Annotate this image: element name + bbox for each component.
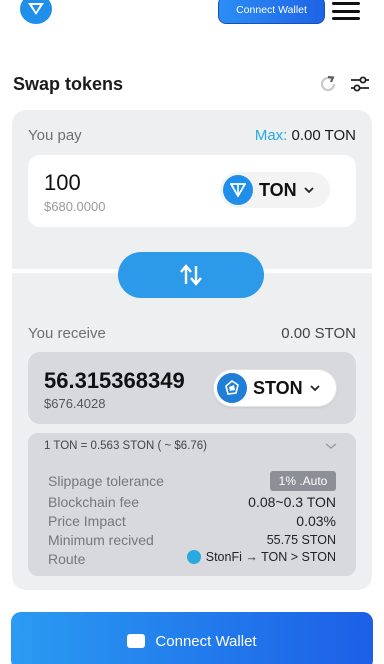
connect-wallet-label: Connect Wallet bbox=[155, 632, 257, 650]
header-connect-wallet-button[interactable]: Connect Wallet bbox=[218, 0, 325, 24]
minimum-received-value: 55.75 STON bbox=[266, 533, 336, 547]
minimum-received-label: Minimum recived bbox=[48, 532, 154, 548]
refresh-icon[interactable] bbox=[318, 74, 338, 94]
swap-arrows-icon bbox=[180, 264, 202, 286]
max-label[interactable]: Max: bbox=[255, 127, 288, 144]
fee-label: Blockchain fee bbox=[48, 494, 140, 510]
you-receive-label: You receive bbox=[28, 325, 106, 342]
receive-balance: 0.00 STON bbox=[281, 325, 356, 342]
exchange-rate: 1 TON = 0.563 STON ( ~ $6.76) bbox=[44, 440, 208, 452]
chevron-down-icon bbox=[310, 385, 320, 392]
receive-token-name: STON bbox=[253, 377, 303, 398]
ton-token-icon bbox=[223, 175, 253, 205]
receive-usd-value: $676.4028 bbox=[44, 396, 106, 411]
route-text: StonFi → TON > STON bbox=[205, 550, 336, 564]
chevron-down-icon[interactable] bbox=[325, 441, 337, 451]
slippage-label: Slippage tolerance bbox=[48, 473, 164, 489]
impact-label: Price Impact bbox=[48, 513, 126, 529]
route-label: Route bbox=[48, 551, 86, 567]
pay-usd-value: $680.0000 bbox=[44, 199, 106, 214]
stonfi-icon bbox=[186, 550, 201, 564]
chevron-down-icon bbox=[304, 187, 314, 194]
hamburger-menu-icon[interactable] bbox=[332, 0, 360, 22]
wallet-icon bbox=[127, 634, 146, 648]
impact-value: 0.03% bbox=[296, 513, 336, 529]
swap-direction-button[interactable] bbox=[118, 252, 264, 298]
receive-token-selector[interactable]: STON bbox=[214, 370, 336, 406]
max-balance[interactable]: Max: 0.00 TON bbox=[255, 127, 356, 144]
pay-amount-input[interactable]: 100 bbox=[44, 170, 81, 196]
sliders-settings-icon[interactable] bbox=[350, 75, 370, 93]
page-title: Swap tokens bbox=[13, 74, 124, 94]
ston-token-icon bbox=[217, 373, 247, 403]
fee-value: 0.08~0.3 TON bbox=[248, 494, 336, 510]
pay-token-selector[interactable]: TON bbox=[220, 172, 330, 208]
receive-amount: 56.315368349 bbox=[44, 368, 185, 393]
you-pay-label: You pay bbox=[28, 127, 82, 144]
swap-page: Connect Wallet Swap tokens You pay Max: … bbox=[0, 0, 384, 664]
connect-wallet-button[interactable]: Connect Wallet bbox=[11, 612, 373, 664]
route-value: StonFi → TON > STON bbox=[186, 550, 336, 564]
max-value: 0.00 TON bbox=[291, 127, 356, 144]
pay-token-name: TON bbox=[259, 179, 297, 200]
slippage-badge[interactable]: 1% .Auto bbox=[270, 471, 336, 491]
app-logo-icon[interactable] bbox=[20, 0, 52, 24]
